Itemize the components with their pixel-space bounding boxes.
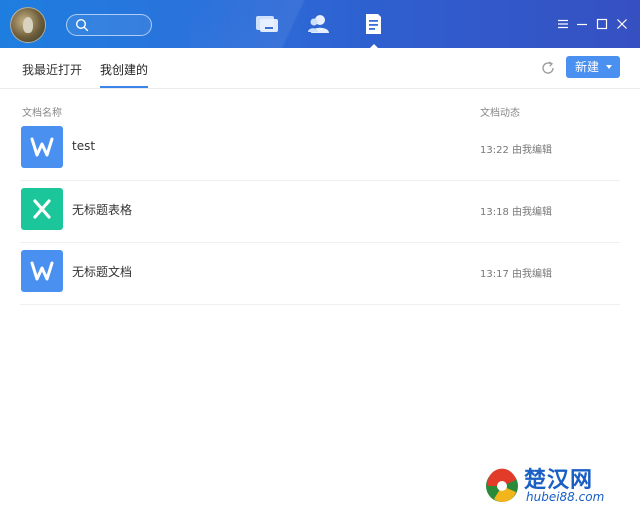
contacts-icon[interactable] (306, 12, 332, 36)
watermark-logo: 楚汉网 hubei88.com (482, 462, 640, 510)
file-name: 无标题表格 (72, 203, 133, 217)
file-row[interactable]: test 13:22 由我编辑 (20, 118, 620, 181)
new-button-label: 新建 (575, 60, 600, 74)
file-activity: 13:22 由我编辑 (480, 145, 553, 156)
word-doc-icon (21, 126, 63, 168)
watermark-url: hubei88.com (526, 490, 605, 504)
tab-recent[interactable]: 我最近打开 (22, 61, 82, 78)
file-activity: 13:18 由我编辑 (480, 207, 553, 218)
tab-created[interactable]: 我创建的 (100, 61, 148, 78)
refresh-icon[interactable] (540, 60, 556, 76)
title-bar (0, 0, 640, 48)
maximize-icon[interactable] (595, 16, 609, 30)
globe-logo-icon (486, 468, 518, 502)
minimize-icon[interactable] (575, 16, 589, 30)
avatar[interactable] (10, 7, 46, 43)
chat-icon[interactable] (254, 12, 280, 36)
word-doc-icon (21, 250, 63, 292)
active-tab-indicator (100, 86, 148, 88)
menu-icon[interactable] (556, 16, 570, 30)
app-window: 我最近打开 我创建的 新建 文档名称 文档动态 test 13:22 由我编辑 (0, 0, 640, 510)
file-row[interactable]: 无标题表格 13:18 由我编辑 (20, 180, 620, 243)
search-box[interactable] (66, 14, 152, 36)
column-header-name: 文档名称 (22, 108, 62, 119)
spreadsheet-icon (21, 188, 63, 230)
file-name: 无标题文档 (72, 265, 133, 279)
file-row[interactable]: 无标题文档 13:17 由我编辑 (20, 242, 620, 305)
new-button[interactable]: 新建 (566, 56, 620, 78)
documents-icon[interactable] (360, 12, 386, 48)
tab-bar: 我最近打开 我创建的 新建 (0, 48, 640, 89)
search-icon (75, 18, 89, 32)
file-activity: 13:17 由我编辑 (480, 269, 553, 280)
chevron-down-icon (606, 65, 612, 69)
column-header-activity: 文档动态 (480, 108, 520, 119)
file-name: test (72, 139, 96, 153)
close-icon[interactable] (615, 16, 629, 30)
